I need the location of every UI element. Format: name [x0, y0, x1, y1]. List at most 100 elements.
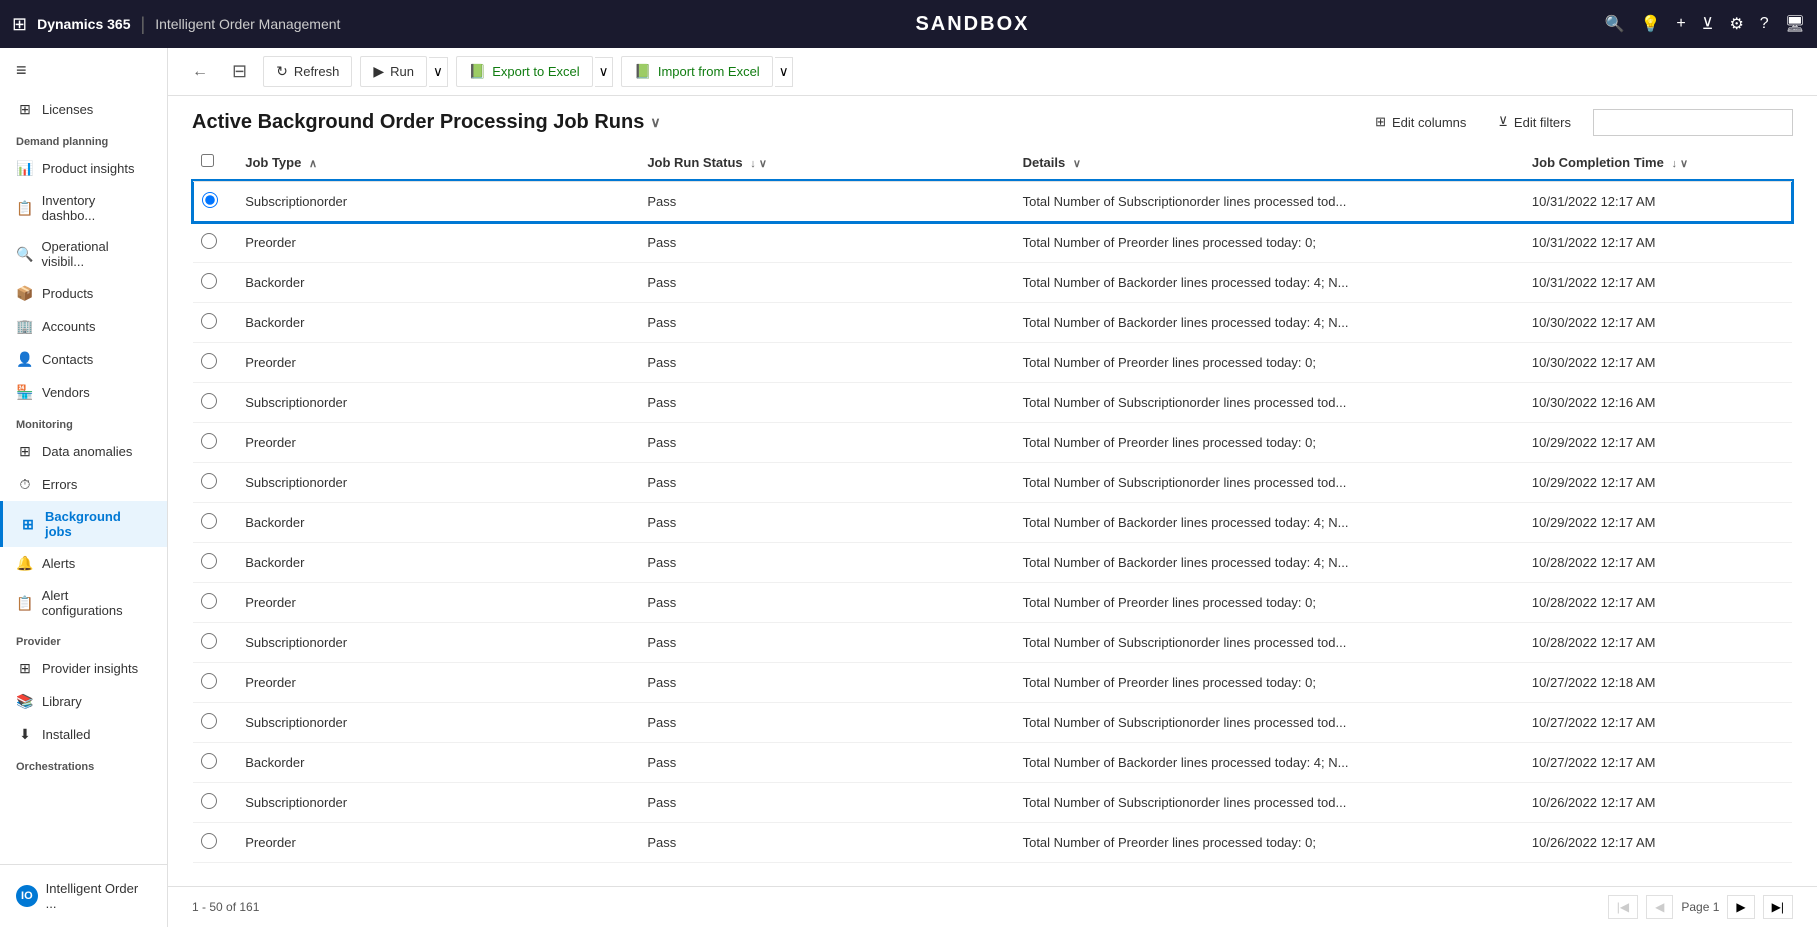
add-icon[interactable]: +	[1676, 15, 1685, 33]
row-radio[interactable]	[201, 633, 217, 649]
sidebar-item-contacts[interactable]: 👤 Contacts	[0, 343, 167, 376]
row-radio[interactable]	[201, 473, 217, 489]
sidebar-item-library[interactable]: 📚 Library	[0, 685, 167, 718]
sidebar-item-installed[interactable]: ⬇ Installed	[0, 718, 167, 751]
table-row[interactable]: Backorder Pass Total Number of Backorder…	[193, 503, 1792, 543]
table-row[interactable]: Preorder Pass Total Number of Preorder l…	[193, 222, 1792, 263]
row-radio-cell[interactable]	[193, 823, 237, 863]
row-radio-cell[interactable]	[193, 703, 237, 743]
page-title-dropdown-icon[interactable]: ∨	[650, 114, 660, 131]
col-header-completion-time[interactable]: Job Completion Time ↓ ∨	[1524, 144, 1792, 181]
refresh-button[interactable]: ↻ Refresh	[263, 56, 352, 87]
export-button[interactable]: 📗 Export to Excel	[456, 56, 593, 87]
row-time: 10/30/2022 12:16 AM	[1524, 383, 1792, 423]
pagination-prev[interactable]: ◀	[1646, 895, 1673, 919]
row-radio[interactable]	[201, 713, 217, 729]
table-row[interactable]: Preorder Pass Total Number of Preorder l…	[193, 343, 1792, 383]
export-dropdown-arrow[interactable]: ∨	[595, 57, 614, 87]
table-row[interactable]: Backorder Pass Total Number of Backorder…	[193, 263, 1792, 303]
run-button[interactable]: ▶ Run	[360, 56, 427, 87]
row-radio-cell[interactable]	[193, 583, 237, 623]
row-radio[interactable]	[201, 833, 217, 849]
sidebar-item-operational-visibility[interactable]: 🔍 Operational visibil...	[0, 231, 167, 277]
row-radio-cell[interactable]	[193, 181, 237, 222]
search-input[interactable]	[1593, 109, 1793, 136]
row-radio[interactable]	[201, 553, 217, 569]
pagination-last[interactable]: ▶|	[1763, 895, 1793, 919]
table-row[interactable]: Subscriptionorder Pass Total Number of S…	[193, 783, 1792, 823]
search-icon[interactable]: 🔍	[1605, 14, 1625, 34]
row-radio-cell[interactable]	[193, 663, 237, 703]
sidebar-item-vendors[interactable]: 🏪 Vendors	[0, 376, 167, 409]
table-row[interactable]: Subscriptionorder Pass Total Number of S…	[193, 181, 1792, 222]
back-button[interactable]: ←	[184, 59, 216, 85]
sidebar-item-data-anomalies[interactable]: ⊞ Data anomalies	[0, 435, 167, 468]
row-radio[interactable]	[201, 393, 217, 409]
table-row[interactable]: Preorder Pass Total Number of Preorder l…	[193, 423, 1792, 463]
row-radio[interactable]	[201, 753, 217, 769]
row-radio[interactable]	[201, 513, 217, 529]
row-radio-cell[interactable]	[193, 263, 237, 303]
data-anomalies-icon: ⊞	[16, 443, 34, 460]
edit-filters-button[interactable]: ⊻ Edit filters	[1488, 108, 1581, 136]
table-row[interactable]: Backorder Pass Total Number of Backorder…	[193, 303, 1792, 343]
table-row[interactable]: Backorder Pass Total Number of Backorder…	[193, 743, 1792, 783]
row-radio-cell[interactable]	[193, 383, 237, 423]
col-header-details[interactable]: Details ∨	[1015, 144, 1524, 181]
screen-icon[interactable]: 🖥	[1785, 14, 1805, 34]
row-radio-cell[interactable]	[193, 623, 237, 663]
sidebar-item-inventory-dashboard[interactable]: 📋 Inventory dashbo...	[0, 185, 167, 231]
table-row[interactable]: Preorder Pass Total Number of Preorder l…	[193, 583, 1792, 623]
lightbulb-icon[interactable]: 💡	[1640, 14, 1660, 34]
pagination-next[interactable]: ▶	[1727, 895, 1754, 919]
row-radio-cell[interactable]	[193, 543, 237, 583]
row-radio-cell[interactable]	[193, 423, 237, 463]
table-row[interactable]: Subscriptionorder Pass Total Number of S…	[193, 703, 1792, 743]
row-radio[interactable]	[201, 593, 217, 609]
row-radio-cell[interactable]	[193, 222, 237, 263]
help-icon[interactable]: ?	[1760, 15, 1769, 33]
row-radio[interactable]	[201, 353, 217, 369]
row-radio-cell[interactable]	[193, 783, 237, 823]
sidebar-item-alerts[interactable]: 🔔 Alerts	[0, 547, 167, 580]
row-radio[interactable]	[202, 192, 218, 208]
row-radio-cell[interactable]	[193, 343, 237, 383]
row-radio[interactable]	[201, 793, 217, 809]
sidebar-hamburger[interactable]: ≡	[0, 48, 167, 93]
sidebar-item-errors[interactable]: ⏱ Errors	[0, 468, 167, 501]
row-radio-cell[interactable]	[193, 503, 237, 543]
row-radio[interactable]	[201, 433, 217, 449]
row-radio-cell[interactable]	[193, 303, 237, 343]
table-row[interactable]: Preorder Pass Total Number of Preorder l…	[193, 823, 1792, 863]
col-header-job-run-status[interactable]: Job Run Status ↓ ∨	[639, 144, 1014, 181]
sidebar-item-products[interactable]: 📦 Products	[0, 277, 167, 310]
row-radio[interactable]	[201, 673, 217, 689]
import-button[interactable]: 📗 Import from Excel	[621, 56, 772, 87]
import-dropdown-arrow[interactable]: ∨	[775, 57, 794, 87]
sidebar-item-licenses[interactable]: ⊞ Licenses	[0, 93, 167, 126]
row-radio[interactable]	[201, 233, 217, 249]
apps-icon[interactable]: ⊞	[12, 14, 27, 35]
sidebar-footer-user[interactable]: IO Intelligent Order ...	[0, 873, 167, 919]
edit-columns-button[interactable]: ⊞ Edit columns	[1365, 108, 1476, 136]
row-radio[interactable]	[201, 313, 217, 329]
row-radio-cell[interactable]	[193, 743, 237, 783]
select-all-checkbox[interactable]	[201, 154, 214, 167]
sidebar-item-product-insights[interactable]: 📊 Product insights	[0, 152, 167, 185]
pagination-first[interactable]: |◀	[1608, 895, 1638, 919]
row-radio[interactable]	[201, 273, 217, 289]
table-row[interactable]: Subscriptionorder Pass Total Number of S…	[193, 623, 1792, 663]
table-row[interactable]: Subscriptionorder Pass Total Number of S…	[193, 383, 1792, 423]
filter-icon[interactable]: ⊻	[1702, 14, 1714, 34]
sidebar-item-provider-insights[interactable]: ⊞ Provider insights	[0, 652, 167, 685]
sidebar-item-accounts[interactable]: 🏢 Accounts	[0, 310, 167, 343]
settings-icon[interactable]: ⚙	[1729, 14, 1743, 34]
run-dropdown-arrow[interactable]: ∨	[429, 57, 448, 87]
table-row[interactable]: Preorder Pass Total Number of Preorder l…	[193, 663, 1792, 703]
row-radio-cell[interactable]	[193, 463, 237, 503]
sidebar-item-alert-configurations[interactable]: 📋 Alert configurations	[0, 580, 167, 626]
sidebar-item-background-jobs[interactable]: ⊞ Background jobs	[0, 501, 167, 547]
table-row[interactable]: Backorder Pass Total Number of Backorder…	[193, 543, 1792, 583]
table-row[interactable]: Subscriptionorder Pass Total Number of S…	[193, 463, 1792, 503]
col-header-job-type[interactable]: Job Type ∧	[237, 144, 639, 181]
